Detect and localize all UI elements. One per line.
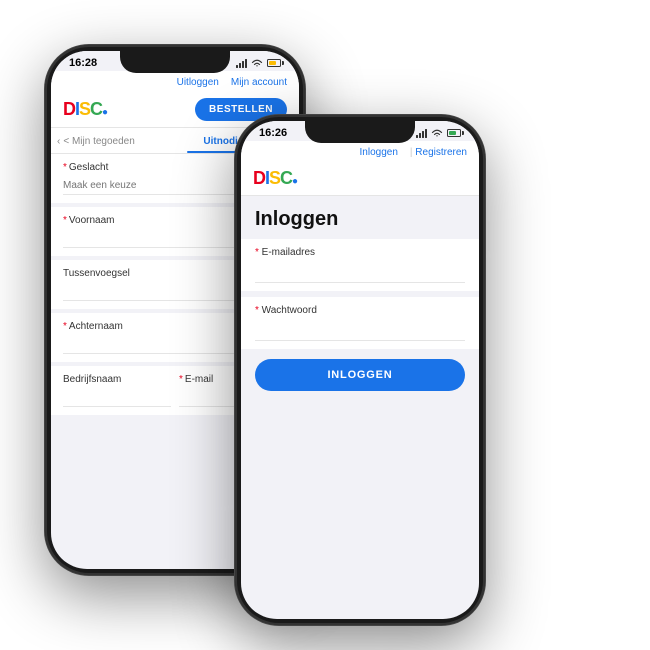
scene: 16:28 (25, 15, 625, 635)
emailadres-input[interactable] (255, 262, 465, 283)
geslacht-text: Geslacht (69, 162, 108, 173)
phone-1-notch (120, 51, 230, 73)
tussenvoegsel-text: Tussenvoegsel (63, 268, 130, 279)
phone-2-header: DISC● (241, 162, 479, 196)
required-star-4: * (179, 374, 183, 385)
bedrijfsnaam-input[interactable] (63, 389, 171, 407)
battery-fill (269, 61, 276, 65)
inloggen-link[interactable]: Inloggen (360, 147, 398, 158)
phone-2-form: Inloggen * E-mailadres * Wachtwoord (241, 196, 479, 401)
disc-logo-2: DISC● (253, 168, 297, 189)
phone-2: 16:26 (235, 115, 485, 625)
battery-fill-2 (449, 131, 456, 135)
logo-dot: ● (102, 107, 107, 118)
req-star-pass: * (255, 305, 262, 316)
achternaam-text: Achternaam (69, 321, 123, 332)
bedrijfsnaam-label: Bedrijfsnaam (63, 374, 171, 385)
required-star-2: * (63, 215, 67, 226)
inloggen-button[interactable]: INLOGGEN (255, 359, 465, 391)
tab1-label: < Mijn tegoeden (63, 136, 134, 147)
phone-1-status-icons (236, 59, 281, 68)
logo-s-2: S (269, 168, 280, 188)
logo-c-2: C (280, 168, 292, 188)
battery-icon-2 (447, 129, 461, 137)
phone-2-nav: Inloggen Registreren (241, 141, 479, 162)
login-title: Inloggen (241, 196, 479, 239)
wachtwoord-text: Wachtwoord (262, 305, 317, 316)
chevron-left-icon: ‹ (57, 136, 60, 147)
logo-c: C (90, 99, 102, 119)
disc-logo-1: DISC● (63, 99, 107, 120)
phone-1-nav: Uitloggen Mijn account (51, 71, 299, 92)
tab-mijn-tegoeden[interactable]: ‹ < Mijn tegoeden (51, 128, 175, 153)
voornaam-text: Voornaam (69, 215, 115, 226)
email-field-group: * E-mailadres (241, 239, 479, 291)
logo-d-2: D (253, 168, 265, 188)
wachtwoord-label: * Wachtwoord (255, 305, 465, 316)
phone-2-status-icons (416, 129, 461, 138)
wachtwoord-input[interactable] (255, 320, 465, 341)
wachtwoord-field-group: * Wachtwoord (241, 297, 479, 349)
logo-d: D (63, 99, 75, 119)
uitloggen-link[interactable]: Uitloggen (177, 77, 219, 88)
phone-2-time: 16:26 (259, 127, 287, 139)
required-star: * (63, 162, 67, 173)
logo-dot-2: ● (292, 176, 297, 187)
phone-2-screen: 16:26 (241, 121, 479, 619)
bedrijfsnaam-field: Bedrijfsnaam (63, 374, 171, 407)
logo-s: S (79, 99, 90, 119)
tab-back-icon: ‹ < Mijn tegoeden (57, 136, 169, 147)
bedrijfsnaam-text: Bedrijfsnaam (63, 374, 121, 385)
phone-2-notch (305, 121, 415, 143)
emailadres-text: E-mailadres (262, 247, 315, 258)
signal-icon (236, 59, 247, 68)
signal-icon-2 (416, 129, 427, 138)
req-star-email: * (255, 247, 262, 258)
required-star-3: * (63, 321, 67, 332)
wifi-icon-2 (431, 129, 443, 138)
registreren-link[interactable]: Registreren (410, 147, 467, 158)
phone-1-time: 16:28 (69, 57, 97, 69)
email-text: E-mail (185, 374, 213, 385)
battery-icon (267, 59, 281, 67)
mijn-account-link[interactable]: Mijn account (231, 77, 287, 88)
emailadres-label: * E-mailadres (255, 247, 465, 258)
wifi-icon (251, 59, 263, 68)
